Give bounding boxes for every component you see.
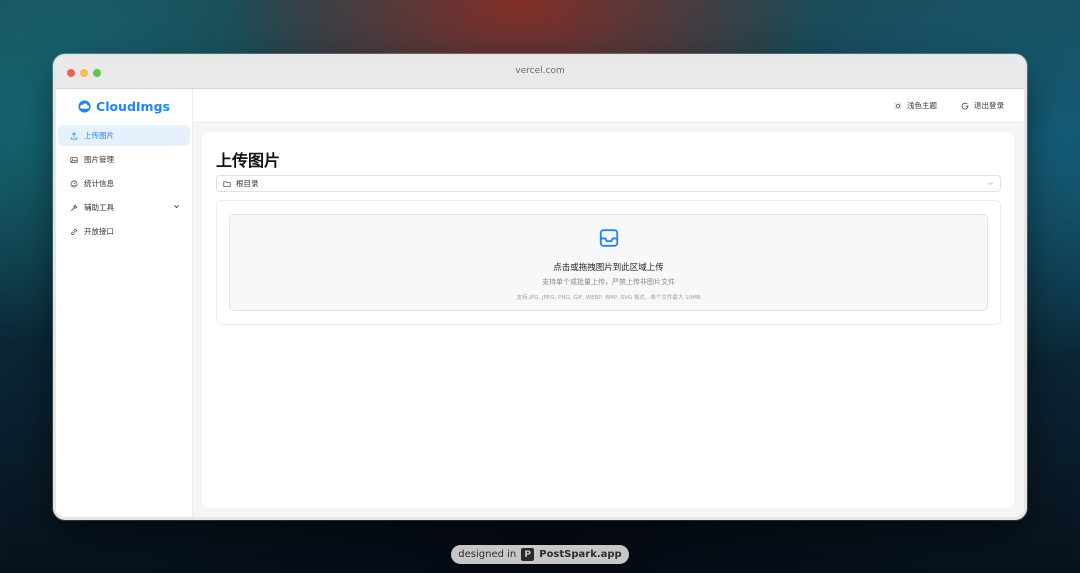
logout-button[interactable]: 退出登录	[961, 100, 1004, 111]
sidebar-item-image-manage[interactable]: 图片管理	[58, 149, 190, 170]
tool-icon	[71, 203, 78, 211]
image-icon	[70, 156, 78, 163]
brand-name: CloudImgs	[96, 98, 170, 114]
badge-name: PostSpark.app	[539, 549, 622, 560]
sun-icon	[894, 101, 902, 110]
logout-icon	[961, 102, 969, 109]
inbox-icon	[599, 229, 618, 247]
top-bar: 浅色主题 退出登录	[193, 89, 1024, 123]
sidebar: CloudImgs 上传图片 图片管理 统计信息 辅助工具 开放接口	[56, 89, 193, 517]
main-area: 浅色主题 退出登录 上传图片 根目录 点击或拖拽图片到此区域上传 支持单个或批量…	[193, 89, 1024, 517]
sidebar-item-tools[interactable]: 辅助工具	[58, 197, 190, 218]
theme-toggle-button[interactable]: 浅色主题	[894, 100, 937, 111]
cloud-logo-icon	[78, 99, 91, 113]
postspark-logo-icon: P	[521, 548, 535, 561]
upload-dropzone[interactable]: 点击或拖拽图片到此区域上传 支持单个或批量上传，严禁上传非图片文件 支持 JPG…	[229, 214, 988, 311]
content-panel: 上传图片 根目录 点击或拖拽图片到此区域上传 支持单个或批量上传，严禁上传非图片…	[202, 132, 1014, 508]
logout-label: 退出登录	[974, 101, 1004, 110]
address-bar[interactable]: vercel.com	[56, 66, 1024, 76]
sidebar-nav: 上传图片 图片管理 统计信息 辅助工具 开放接口	[56, 123, 192, 242]
upload-formats: 支持 JPG, JPEG, PNG, GIF, WEBP, BMP, SVG 格…	[516, 295, 701, 301]
sidebar-item-statistics[interactable]: 统计信息	[58, 173, 190, 194]
sidebar-item-label: 开放接口	[84, 227, 114, 236]
browser-titlebar: vercel.com	[56, 57, 1024, 89]
upload-icon	[70, 131, 78, 139]
chevron-down-icon	[174, 205, 179, 209]
sidebar-item-label: 辅助工具	[84, 203, 114, 212]
page-title: 上传图片	[216, 151, 281, 170]
upload-subtitle: 支持单个或批量上传，严禁上传非图片文件	[542, 278, 675, 286]
folder-select[interactable]: 根目录	[216, 175, 1001, 192]
sidebar-item-upload[interactable]: 上传图片	[58, 125, 190, 146]
theme-toggle-label: 浅色主题	[907, 101, 937, 110]
folder-select-value: 根目录	[236, 179, 259, 188]
upload-card: 点击或拖拽图片到此区域上传 支持单个或批量上传，严禁上传非图片文件 支持 JPG…	[216, 200, 1001, 325]
app-root: CloudImgs 上传图片 图片管理 统计信息 辅助工具 开放接口 浅色主题 …	[56, 89, 1024, 517]
chevron-down-icon	[988, 182, 993, 186]
folder-icon	[223, 180, 231, 187]
upload-title: 点击或拖拽图片到此区域上传	[553, 263, 664, 273]
sidebar-item-open-api[interactable]: 开放接口	[58, 221, 190, 242]
link-icon	[71, 228, 77, 235]
sidebar-item-label: 图片管理	[84, 155, 114, 164]
browser-window: vercel.com CloudImgs 上传图片 图片管理 统计信息 辅助工具…	[53, 54, 1027, 520]
badge-prefix: designed in	[458, 549, 517, 560]
brand-logo[interactable]: CloudImgs	[56, 89, 192, 123]
sidebar-item-label: 统计信息	[84, 179, 114, 188]
dashboard-icon	[70, 180, 78, 187]
postspark-badge[interactable]: designed in P PostSpark.app	[451, 545, 629, 564]
sidebar-item-label: 上传图片	[84, 131, 114, 140]
